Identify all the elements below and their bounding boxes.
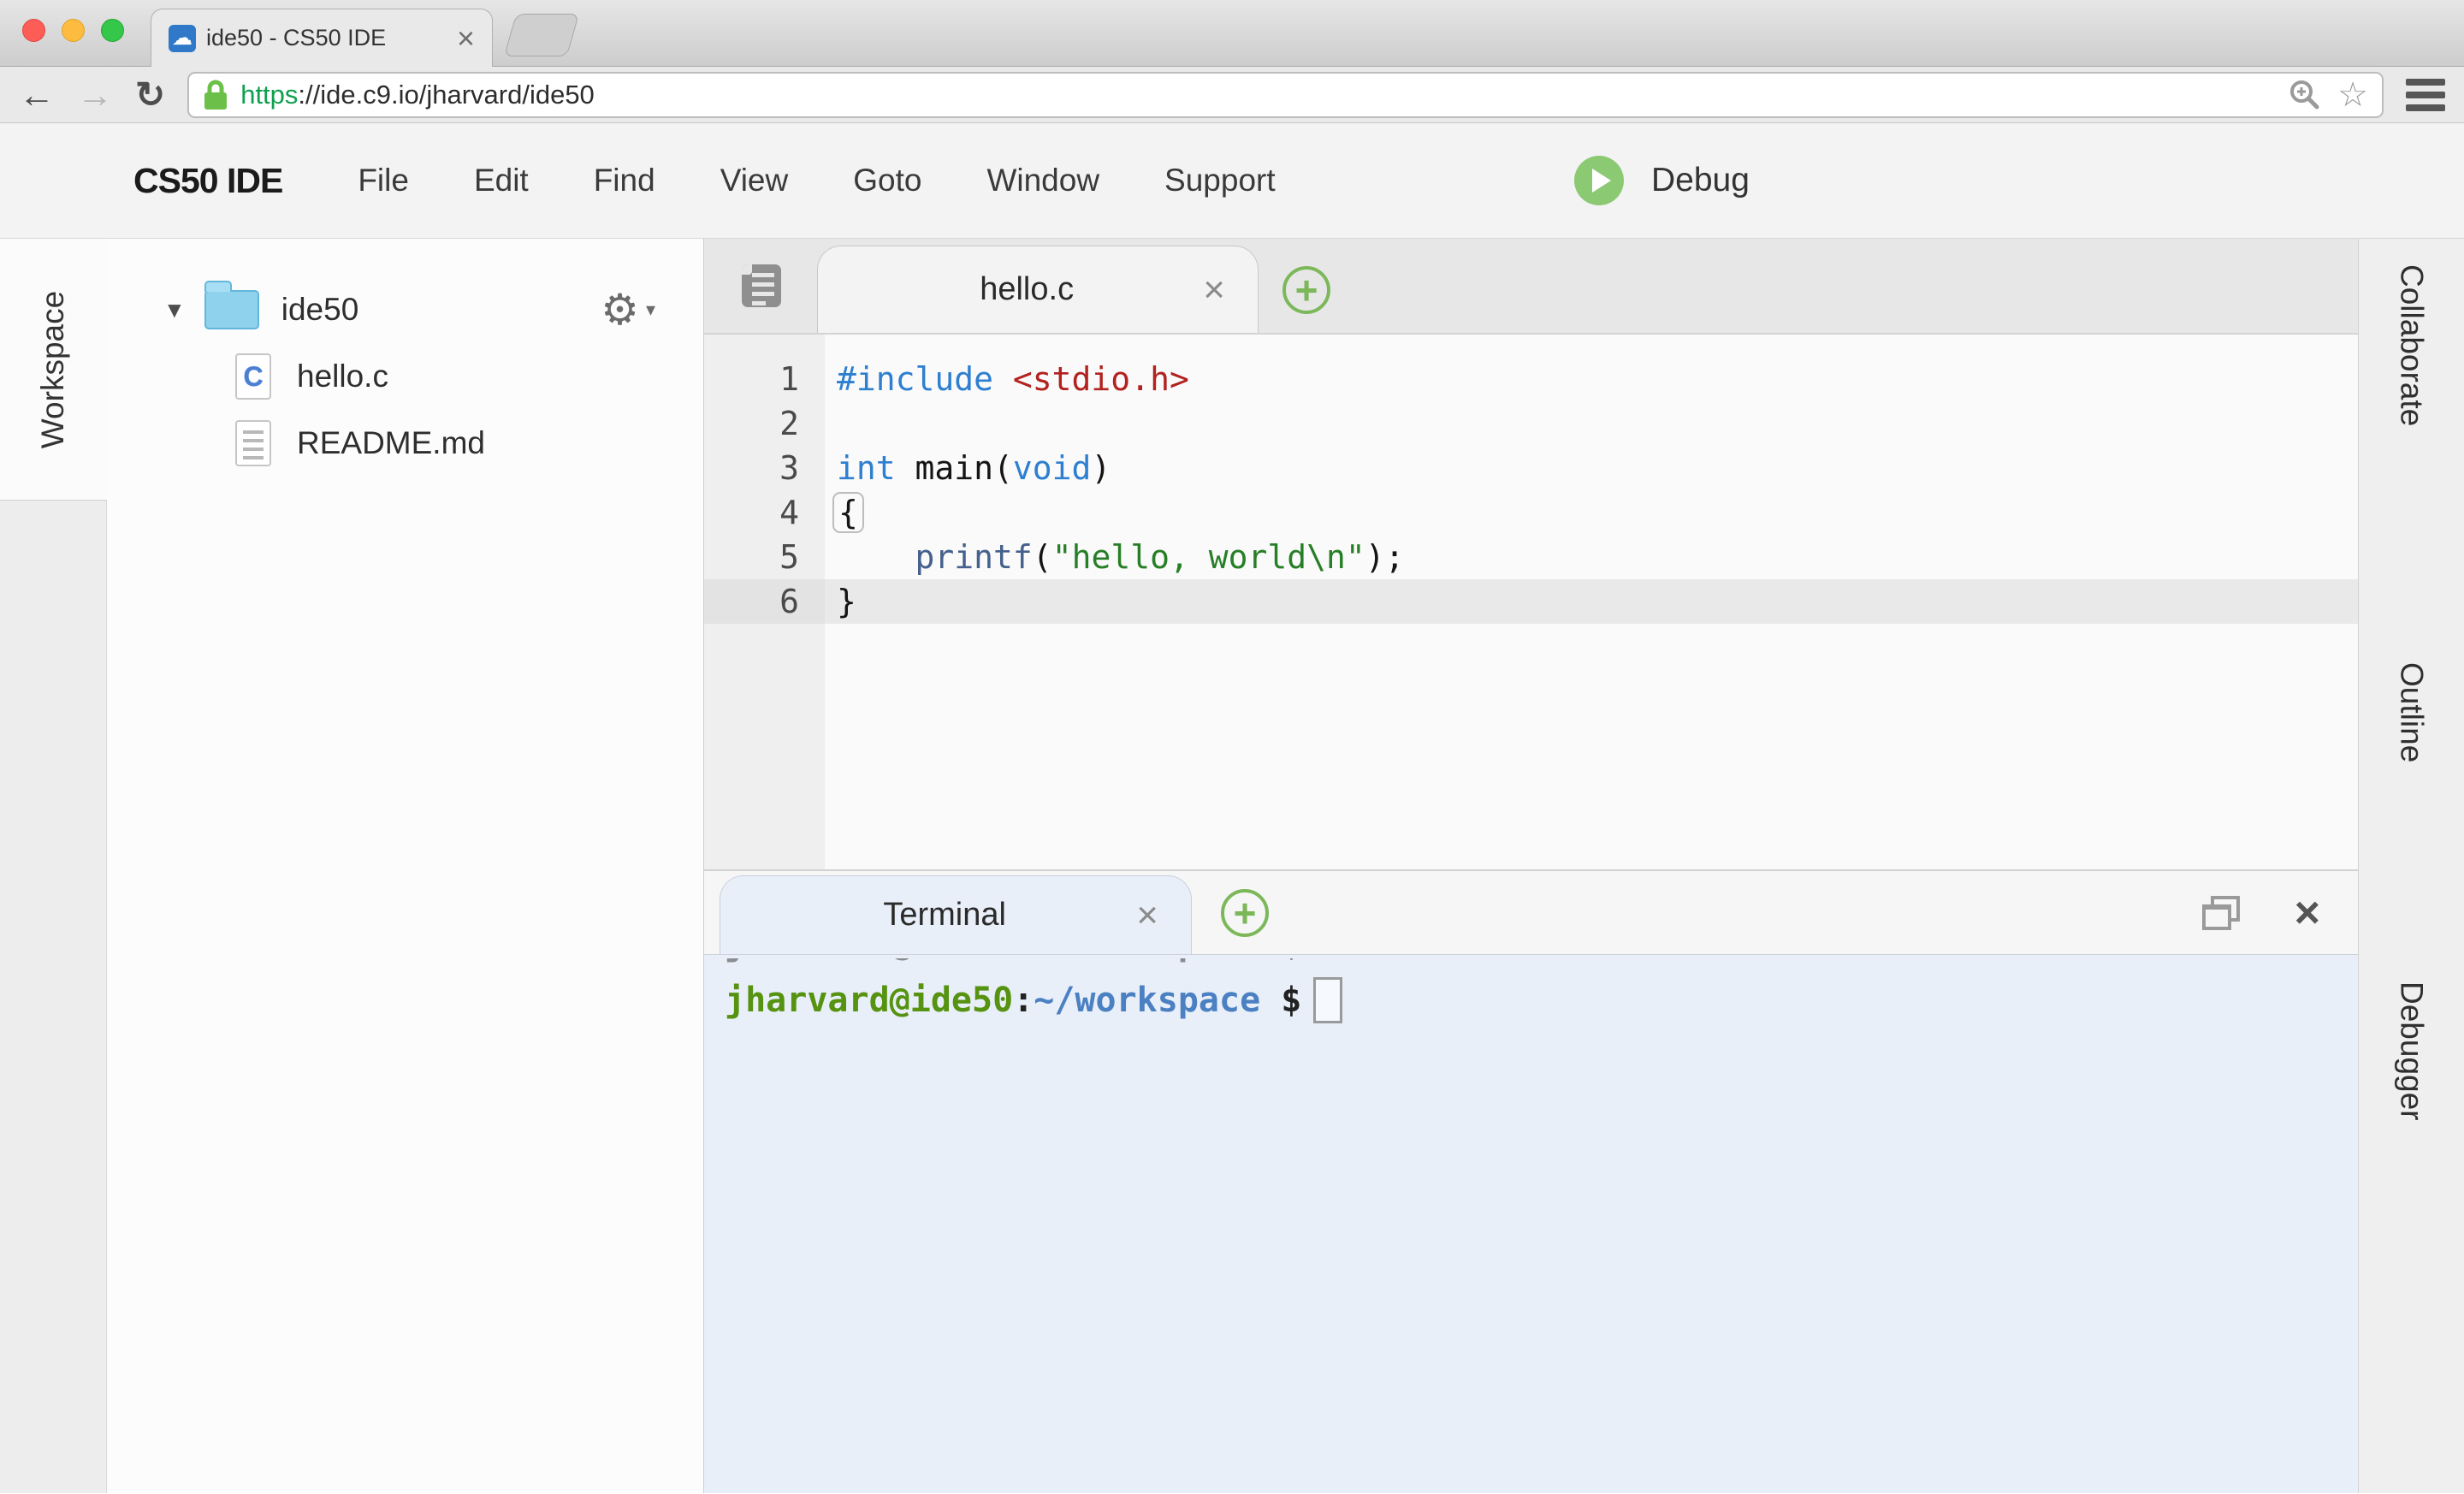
terminal-ghost-text: jharvard@ide50:~/workspace $ [725,958,1301,963]
menu-file[interactable]: File [358,163,409,199]
terminal-tabbar: Terminal × + × [704,869,2358,955]
file-name: README.md [297,425,485,460]
code-line: #include <stdio.h> [837,360,1189,398]
lock-icon [204,80,228,110]
c-file-icon: C [235,353,271,400]
file-name: hello.c [297,359,388,394]
debug-label: Debug [1651,162,1750,199]
md-file-icon [235,420,271,466]
menu-goto[interactable]: Goto [853,163,921,199]
terminal-tab-label: Terminal [883,897,1006,933]
address-bar[interactable]: https://ide.c9.io/jharvard/ide50 ☆ [187,71,2384,118]
editor-tab-hello-c[interactable]: hello.c × [817,246,1259,333]
url-scheme: https [240,79,299,110]
left-rail: Workspace [0,239,107,1493]
folder-icon [204,281,259,329]
tree-file-row-readme[interactable]: README.md [107,410,703,477]
zoom-icon[interactable] [2288,78,2322,112]
tree-folder-row[interactable]: ▼ ide50 ⚙ ▾ [107,276,703,343]
browser-tab-title: ide50 - CS50 IDE [206,25,387,50]
browser-tab-close-icon[interactable]: × [457,22,475,54]
terminal-panel[interactable]: jharvard@ide50:~/workspace $ jharvard@id… [704,955,2358,1493]
workspace-rail-label: Workspace [35,290,71,448]
terminal-tab[interactable]: Terminal × [720,875,1192,954]
tab-list-icon[interactable] [742,264,781,307]
browser-toolbar: ← → ↻ https://ide.c9.io/jharvard/ide50 ☆ [0,67,2464,123]
code-lines[interactable]: #include <stdio.h> int main(void){ printf… [825,335,2358,869]
maximize-panel-icon[interactable] [2201,895,2240,930]
new-tab-button[interactable] [503,14,580,56]
forward-icon[interactable]: → [77,76,113,113]
window-minimize-button[interactable] [62,19,85,42]
right-rail: Collaborate Outline Debugger [2358,239,2464,1493]
menu-find[interactable]: Find [594,163,655,199]
menu-window[interactable]: Window [986,163,1099,199]
workspace-rail-tab[interactable]: Workspace [0,239,107,501]
menu-edit[interactable]: Edit [474,163,529,199]
brand-title: CS50 IDE [133,160,283,200]
cloud9-favicon-icon: ☁ [169,24,196,52]
debug-button[interactable]: Debug [1574,123,1750,238]
terminal-tab-close-icon[interactable]: × [1136,896,1158,934]
window-close-button[interactable] [22,19,45,42]
gear-icon[interactable]: ⚙ [601,288,639,331]
rail-tab-collaborate[interactable]: Collaborate [2394,264,2430,426]
window-zoom-button[interactable] [101,19,124,42]
code-line: printf("hello, world\n"); [915,538,1405,576]
ide-menubar: CS50 IDE File Edit Find View Goto Window… [0,123,2464,239]
disclosure-triangle-icon[interactable]: ▼ [163,297,186,323]
menu-items: File Edit Find View Goto Window Support [358,163,1275,199]
code-editor[interactable]: 123456 #include <stdio.h> int main(void){… [704,335,2358,869]
browser-titlebar: ☁ ide50 - CS50 IDE × [0,0,2464,67]
window-controls [22,19,124,42]
folder-name: ide50 [281,292,359,327]
new-editor-tab-icon[interactable]: + [1282,266,1330,314]
rail-tab-outline[interactable]: Outline [2394,662,2430,762]
reload-icon[interactable]: ↻ [135,76,165,113]
bookmark-star-icon[interactable]: ☆ [2337,78,2368,112]
browser-tab[interactable]: ☁ ide50 - CS50 IDE × [151,9,493,67]
play-icon [1574,156,1624,205]
file-tree-panel: ▼ ide50 ⚙ ▾ C hello.c README.md [107,239,704,1493]
terminal-cursor [1313,977,1343,1023]
terminal-scrollback-remnant: jharvard@ide50:~/workspace $ [725,958,2358,972]
tree-file-row-hello[interactable]: C hello.c [107,343,703,410]
code-line: } [825,579,2358,624]
menu-view[interactable]: View [720,163,789,199]
new-terminal-tab-icon[interactable]: + [1221,889,1269,937]
editor-tab-close-icon[interactable]: × [1203,270,1225,309]
url-text: ://ide.c9.io/jharvard/ide50 [298,79,595,110]
menu-support[interactable]: Support [1164,163,1276,199]
terminal-prompt: jharvard@ide50: ~/workspace $ [725,977,2358,1023]
browser-menu-icon[interactable] [2406,78,2445,111]
editor-tab-label: hello.c [980,271,1075,307]
back-icon[interactable]: ← [19,76,55,113]
code-line: { [825,490,2358,535]
editor-tabbar: hello.c × + [704,239,2358,335]
gutter: 123456 [704,335,825,869]
rail-tab-debugger[interactable]: Debugger [2394,981,2430,1121]
gear-caret-icon[interactable]: ▾ [646,299,655,321]
code-line: int main(void) [837,449,1111,487]
close-panel-icon[interactable]: × [2295,891,2320,935]
